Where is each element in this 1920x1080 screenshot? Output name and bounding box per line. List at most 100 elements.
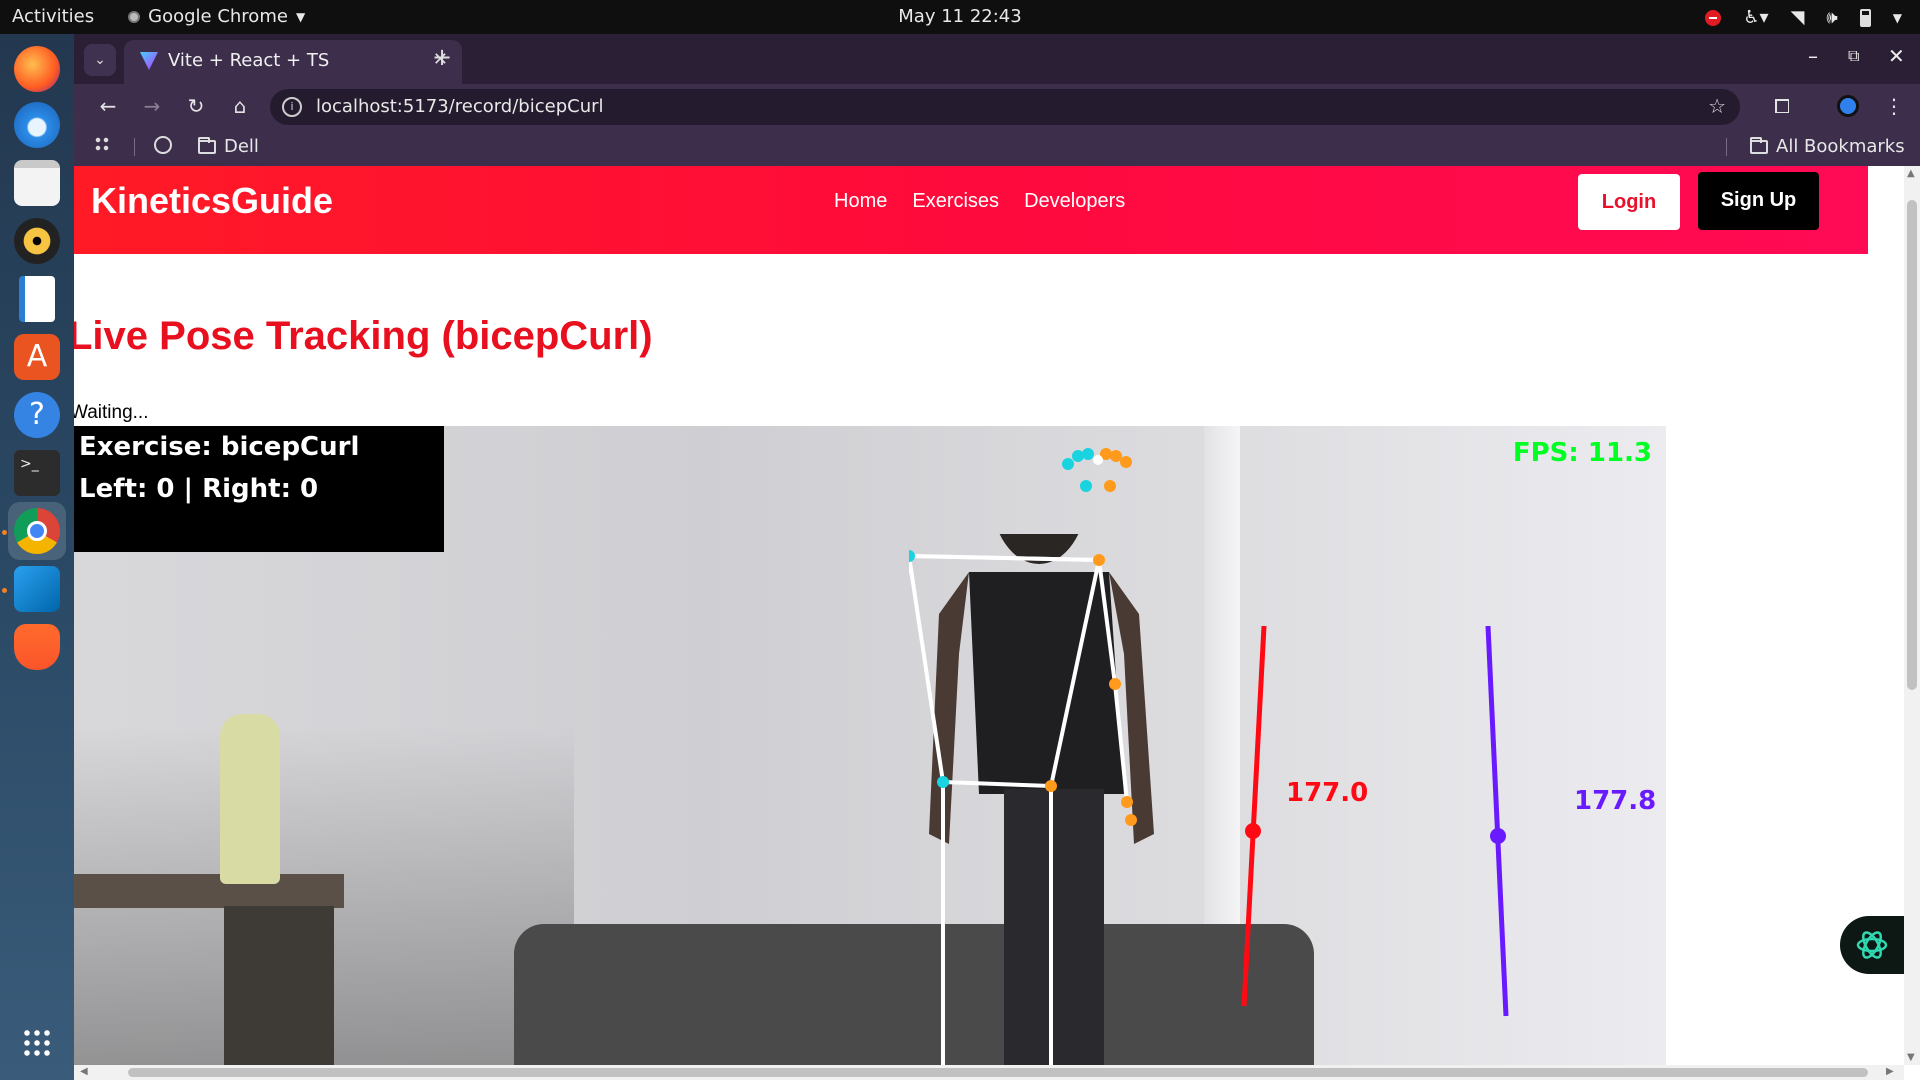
extensions-icon[interactable]: ⧠ <box>1768 92 1796 120</box>
tab-active[interactable]: Vite + React + TS ✕ <box>124 40 462 84</box>
restore-button[interactable]: ⧉ <box>1848 46 1859 66</box>
all-bookmarks-label: All Bookmarks <box>1776 136 1905 157</box>
app-center-launcher[interactable]: A <box>8 328 66 386</box>
bookmark-dell-label: Dell <box>224 136 259 157</box>
tab-strip: ⌄ Vite + React + TS ✕ + – ⧉ ✕ <box>74 34 1920 84</box>
vscode-icon <box>14 566 60 612</box>
new-tab-button[interactable]: + <box>432 43 452 71</box>
minimize-button[interactable]: – <box>1808 44 1818 68</box>
bookmarks-divider <box>1726 138 1727 156</box>
page-title: Live Pose Tracking (bicepCurl) <box>74 314 653 358</box>
brave-launcher[interactable] <box>8 618 66 676</box>
horizontal-scroll-thumb[interactable] <box>128 1068 1868 1077</box>
system-menu-caret-icon[interactable]: ▼ <box>1893 11 1902 25</box>
wifi-icon[interactable]: ◥ <box>1791 7 1805 28</box>
nav-link-exercises[interactable]: Exercises <box>912 190 999 213</box>
site-logo[interactable]: KineticsGuide <box>91 180 333 222</box>
tab-search-button[interactable]: ⌄ <box>84 44 116 76</box>
login-button[interactable]: Login <box>1578 174 1680 230</box>
dock: A ? >_ <box>0 34 74 1080</box>
forward-button[interactable]: → <box>138 92 166 120</box>
site-info-icon[interactable]: i <box>282 97 302 117</box>
rep-counter-overlay: Exercise: bicepCurl Left: 0 | Right: 0 <box>74 426 444 552</box>
left-arm-angle-line <box>1241 626 1267 1007</box>
address-bar-url: localhost:5173/record/bicepCurl <box>316 96 604 117</box>
scroll-right-arrow-icon[interactable]: ▶ <box>1886 1066 1894 1077</box>
folder-icon <box>1750 136 1768 154</box>
vertical-scrollbar[interactable]: ▲ ▼ <box>1904 166 1920 1065</box>
rhythmbox-launcher[interactable] <box>8 212 66 270</box>
video-background <box>224 906 334 1065</box>
vscode-launcher[interactable] <box>8 560 66 618</box>
firefox-icon <box>14 46 60 92</box>
scroll-left-arrow-icon[interactable]: ◀ <box>80 1066 88 1077</box>
bookmark-star-icon[interactable]: ☆ <box>1708 94 1726 118</box>
vite-favicon-icon <box>140 52 158 70</box>
vertical-scroll-thumb[interactable] <box>1907 200 1917 690</box>
chrome-menu-icon[interactable]: ⋮ <box>1880 92 1908 120</box>
pose-skeleton <box>909 534 1154 1065</box>
show-apps-button[interactable] <box>8 1014 66 1072</box>
running-indicator <box>2 530 7 535</box>
thunderbird-launcher[interactable] <box>8 96 66 154</box>
tracking-status: Waiting... <box>74 402 149 423</box>
right-arm-angle-line <box>1485 626 1509 1017</box>
bookmarks-bar: Dell All Bookmarks <box>74 128 1920 166</box>
left-elbow-angle: 177.0 <box>1286 778 1369 808</box>
signup-button[interactable]: Sign Up <box>1698 172 1819 230</box>
terminal-launcher[interactable]: >_ <box>8 444 66 502</box>
writer-launcher[interactable] <box>8 270 66 328</box>
app-center-icon: A <box>14 334 60 380</box>
terminal-icon: >_ <box>14 450 60 496</box>
address-bar[interactable]: i localhost:5173/record/bicepCurl ☆ <box>270 89 1740 125</box>
reload-button[interactable]: ↻ <box>182 92 210 120</box>
back-button[interactable]: ← <box>94 92 122 120</box>
globe-icon[interactable] <box>154 136 172 154</box>
home-button[interactable]: ⌂ <box>226 92 254 120</box>
nav-links: Home Exercises Developers <box>834 190 1125 213</box>
rep-count-label: Left: 0 | Right: 0 <box>79 474 319 504</box>
clock[interactable]: May 11 22:43 <box>0 6 1920 27</box>
tab-title: Vite + React + TS <box>168 50 330 71</box>
openai-icon <box>1856 931 1888 959</box>
firefox-launcher[interactable] <box>8 40 66 98</box>
all-bookmarks-button[interactable]: All Bookmarks <box>1750 136 1905 157</box>
video-background <box>220 714 280 884</box>
right-elbow-angle: 177.8 <box>1574 786 1657 816</box>
chat-assistant-button[interactable] <box>1840 916 1904 974</box>
files-launcher[interactable] <box>8 154 66 212</box>
accessibility-icon[interactable]: ♿︎▾ <box>1743 7 1768 28</box>
apps-grid-icon[interactable] <box>94 136 110 152</box>
browser-window: ⌄ Vite + React + TS ✕ + – ⧉ ✕ ← → ↻ ⌂ i … <box>74 34 1920 1080</box>
exercise-label: Exercise: bicepCurl <box>79 432 360 462</box>
pose-video-feed: 177.0 177.8 Exercise: bicepCurl Left: 0 … <box>74 426 1666 1065</box>
page-viewport: KineticsGuide Home Exercises Developers … <box>74 166 1904 1065</box>
horizontal-scrollbar[interactable]: ◀ ▶ <box>74 1065 1904 1080</box>
system-top-bar: Activities Google Chrome ▼ May 11 22:43 … <box>0 0 1920 34</box>
nav-link-developers[interactable]: Developers <box>1024 190 1125 213</box>
do-not-disturb-icon[interactable] <box>1705 9 1722 26</box>
brave-icon <box>14 624 60 670</box>
video-background <box>74 874 344 908</box>
face-landmarks <box>1062 448 1132 492</box>
fps-counter: FPS: 11.3 <box>1512 438 1652 468</box>
scroll-down-arrow-icon[interactable]: ▼ <box>1907 1052 1915 1063</box>
help-icon: ? <box>14 392 60 438</box>
help-launcher[interactable]: ? <box>8 386 66 444</box>
files-icon <box>14 160 60 206</box>
nav-link-home[interactable]: Home <box>834 190 887 213</box>
profile-avatar[interactable] <box>1834 92 1862 120</box>
window-close-button[interactable]: ✕ <box>1888 44 1905 68</box>
document-icon <box>19 276 55 322</box>
rhythmbox-icon <box>14 218 60 264</box>
bookmarks-divider <box>134 138 135 156</box>
bookmark-dell[interactable]: Dell <box>198 136 259 157</box>
running-indicator <box>2 588 7 593</box>
thunderbird-icon <box>14 102 60 148</box>
app-grid-icon <box>22 1028 52 1058</box>
volume-icon[interactable]: 🕪 <box>1826 7 1837 28</box>
battery-icon[interactable] <box>1859 8 1871 27</box>
browser-toolbar: ← → ↻ ⌂ i localhost:5173/record/bicepCur… <box>74 84 1920 128</box>
chrome-launcher[interactable] <box>8 502 66 560</box>
scroll-up-arrow-icon[interactable]: ▲ <box>1907 168 1915 179</box>
